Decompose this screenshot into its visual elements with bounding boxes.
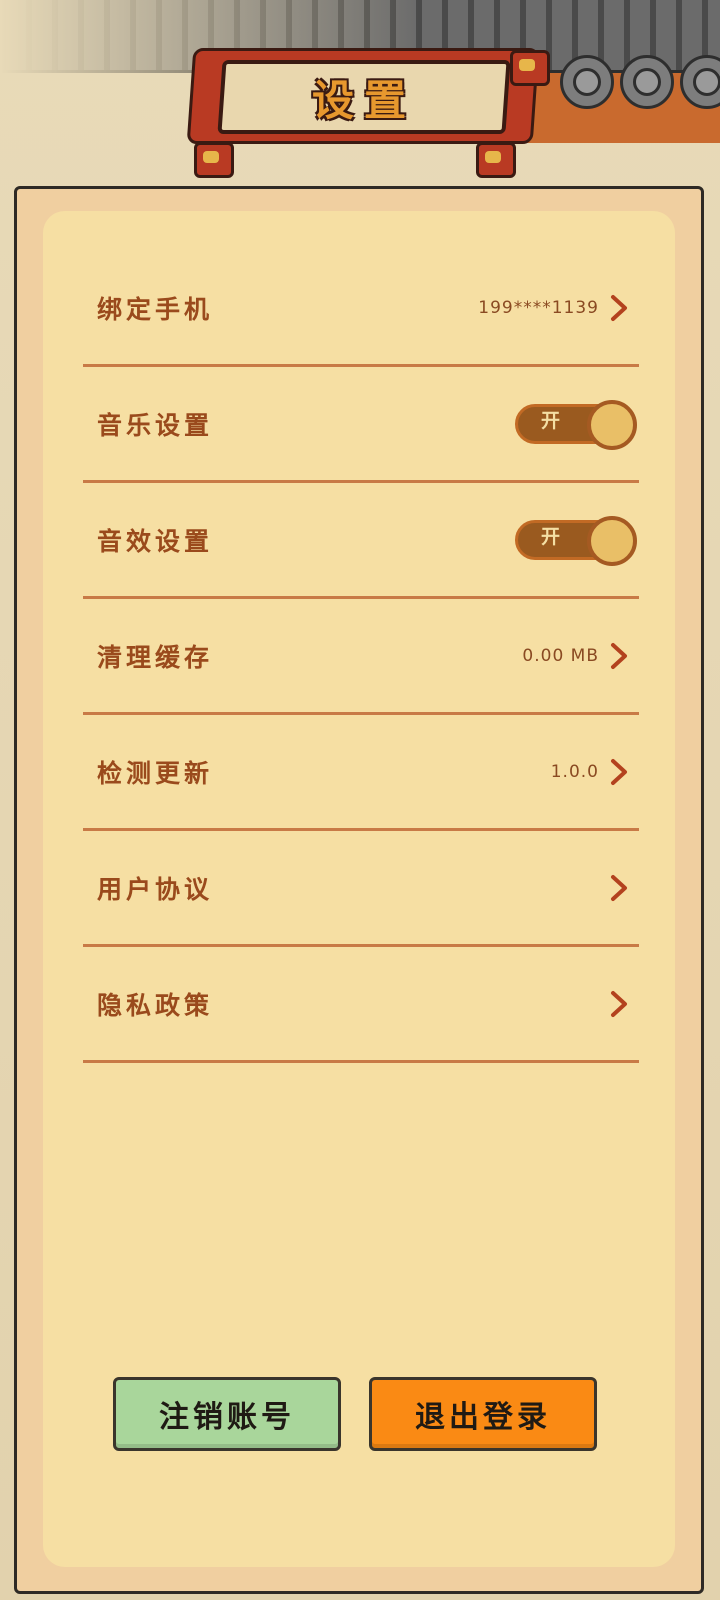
setting-privacy-policy[interactable]: 隐私政策: [83, 947, 639, 1063]
setting-label: 绑定手机: [97, 294, 214, 324]
version-value: 1.0.0: [550, 761, 599, 782]
setting-label: 检测更新: [97, 758, 214, 788]
toggle-knob: [587, 515, 637, 566]
cancel-account-button[interactable]: 注销账号: [113, 1377, 341, 1451]
eave-tile-cap: [560, 55, 614, 109]
settings-list: 绑定手机 199****1139 音乐设置 开 音效设置 开 清理缓存 0.00…: [83, 251, 639, 1063]
eave-tile-cap: [620, 55, 674, 109]
setting-clear-cache[interactable]: 清理缓存 0.00 MB: [83, 599, 639, 715]
toggle-state-label: 开: [541, 525, 561, 548]
toggle-knob: [587, 399, 637, 450]
sound-effects-toggle[interactable]: 开: [515, 515, 637, 566]
setting-music: 音乐设置 开: [83, 367, 639, 483]
chevron-right-icon: [611, 758, 627, 785]
phone-number-value: 199****1139: [478, 297, 599, 318]
music-toggle[interactable]: 开: [515, 399, 637, 450]
chevron-right-icon: [611, 990, 627, 1017]
chevron-right-icon: [611, 874, 627, 901]
chevron-right-icon: [611, 294, 627, 321]
setting-user-agreement[interactable]: 用户协议: [83, 831, 639, 947]
settings-panel: 绑定手机 199****1139 音乐设置 开 音效设置 开 清理缓存 0.00…: [14, 186, 704, 1594]
setting-label: 清理缓存: [97, 642, 214, 672]
title-banner: 设置: [160, 30, 560, 178]
cache-size-value: 0.00 MB: [522, 645, 599, 666]
setting-label: 音乐设置: [97, 410, 214, 440]
scroll-knob: [194, 142, 234, 178]
scroll-knob: [476, 142, 516, 178]
logout-button[interactable]: 退出登录: [369, 1377, 597, 1451]
setting-bind-phone[interactable]: 绑定手机 199****1139: [83, 251, 639, 367]
toggle-state-label: 开: [541, 409, 561, 432]
setting-label: 隐私政策: [97, 990, 214, 1020]
setting-sound-effects: 音效设置 开: [83, 483, 639, 599]
page-title: 设置: [311, 75, 416, 125]
setting-label: 音效设置: [97, 526, 214, 556]
setting-label: 用户协议: [97, 874, 214, 904]
chevron-right-icon: [611, 642, 627, 669]
setting-check-update[interactable]: 检测更新 1.0.0: [83, 715, 639, 831]
scroll-knob: [510, 50, 550, 86]
